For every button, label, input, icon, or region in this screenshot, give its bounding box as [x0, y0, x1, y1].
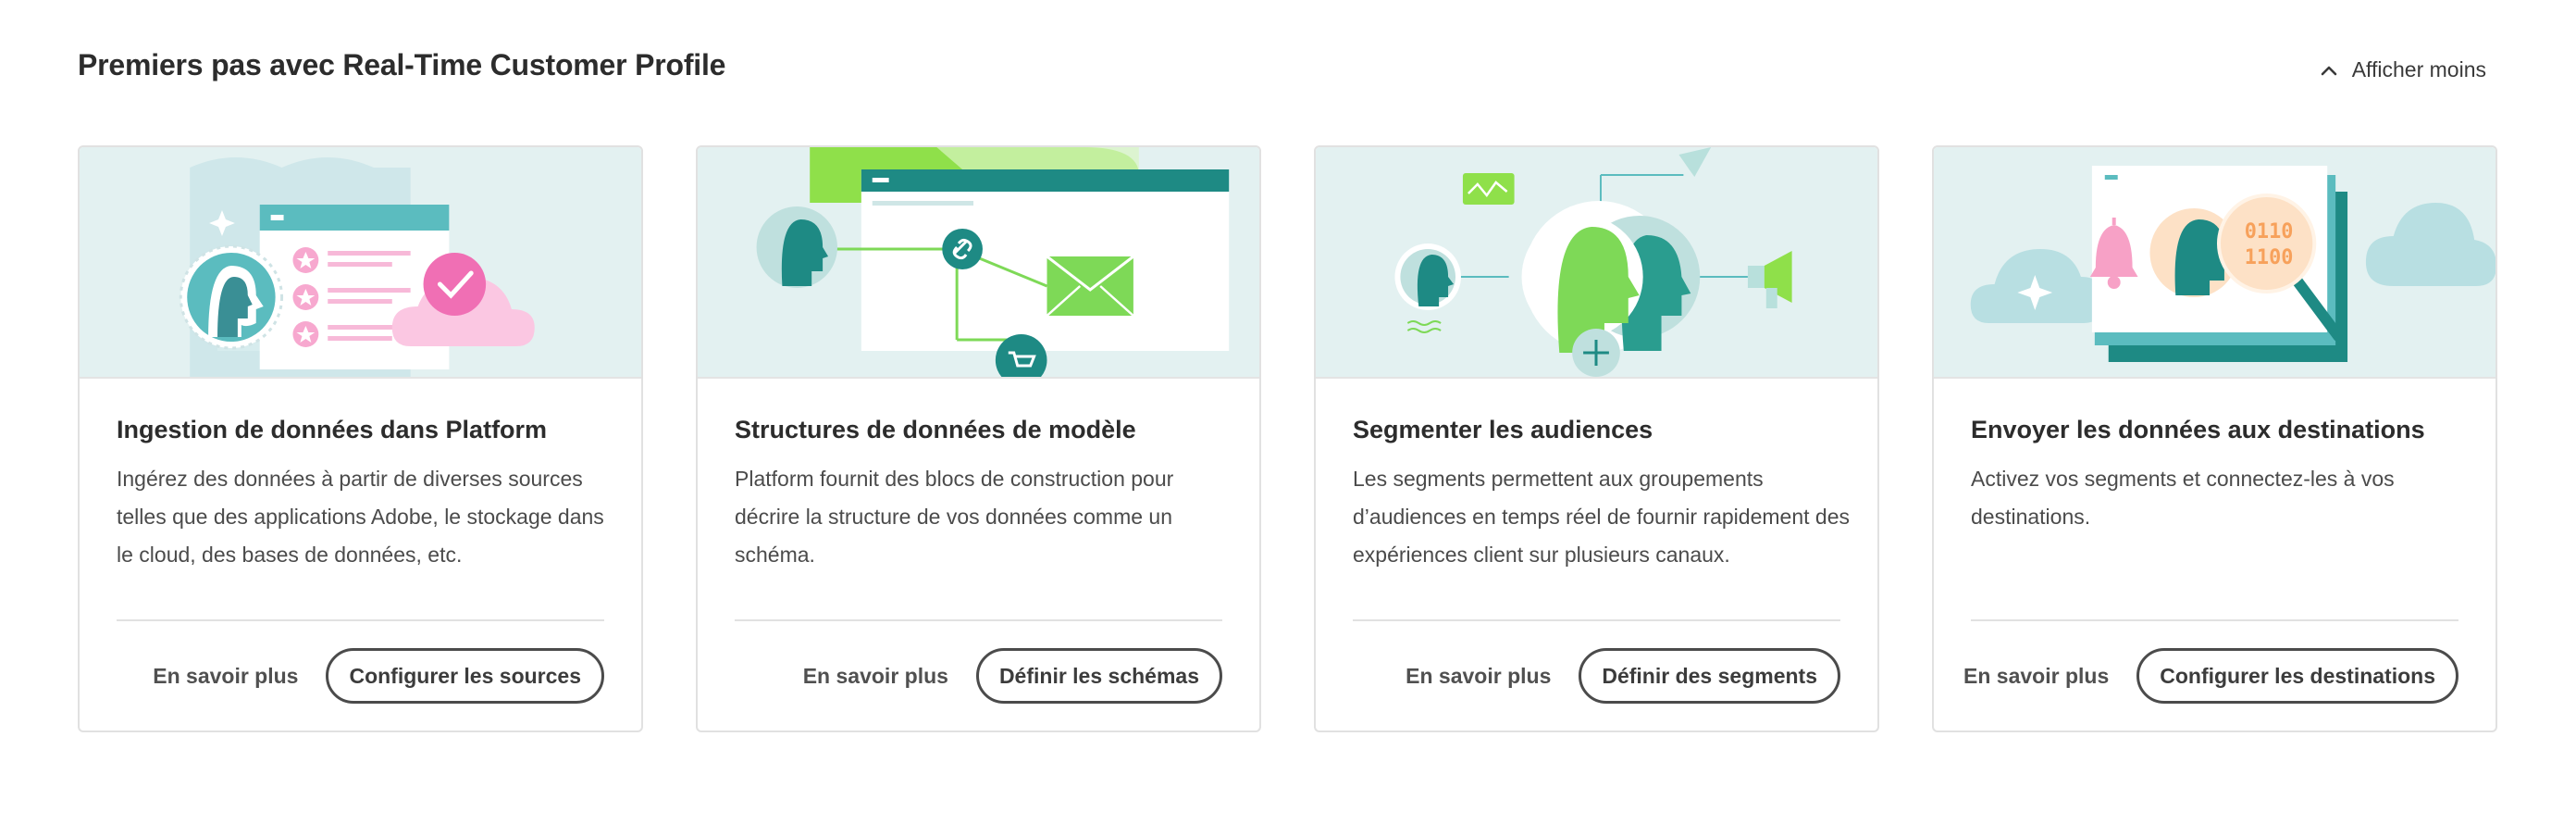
segment-audiences-illustration — [1316, 147, 1877, 379]
card-actions: En savoir plus Configurer les destinatio… — [1963, 648, 2458, 704]
card-divider — [735, 619, 1222, 621]
learn-more-button[interactable]: En savoir plus — [153, 664, 298, 689]
card-actions: En savoir plus Configurer les sources — [153, 648, 604, 704]
learn-more-button[interactable]: En savoir plus — [803, 664, 948, 689]
card-divider — [1971, 619, 2458, 621]
card-actions: En savoir plus Définir les schémas — [803, 648, 1222, 704]
getting-started-cards: Ingestion de données dans Platform Ingér… — [78, 145, 2497, 732]
card-data-ingestion: Ingestion de données dans Platform Ingér… — [78, 145, 643, 732]
data-ingestion-illustration — [80, 147, 641, 379]
page-title: Premiers pas avec Real-Time Customer Pro… — [78, 48, 726, 81]
configure-destinations-button[interactable]: Configurer les destinations — [2136, 648, 2458, 704]
show-less-label: Afficher moins — [2351, 57, 2486, 81]
learn-more-button[interactable]: En savoir plus — [1406, 664, 1551, 689]
binary-top-text: 0110 — [2245, 220, 2294, 243]
card-segment-audiences: Segmenter les audiences Les segments per… — [1314, 145, 1879, 732]
binary-bottom-text: 1100 — [2245, 246, 2294, 269]
configure-sources-button[interactable]: Configurer les sources — [326, 648, 604, 704]
chevron-up-icon — [2321, 66, 2336, 75]
card-divider — [117, 619, 604, 621]
card-data-schemas: Structures de données de modèle Platform… — [696, 145, 1261, 732]
card-title: Ingestion de données dans Platform — [117, 416, 548, 443]
card-description: Platform fournit des blocs de constructi… — [735, 467, 1174, 567]
card-description: Activez vos segments et connectez-les à … — [1971, 467, 2395, 529]
define-schemas-button[interactable]: Définir les schémas — [975, 648, 1222, 704]
card-actions: En savoir plus Définir des segments — [1406, 648, 1840, 704]
card-description: Ingérez des données à partir de diverses… — [117, 467, 604, 567]
show-less-toggle[interactable]: Afficher moins — [2319, 57, 2486, 82]
card-send-destinations: 0110 1100 Envoyer les données aux destin… — [1932, 145, 2497, 732]
card-divider — [1353, 619, 1840, 621]
card-description: Les segments permettent aux groupements … — [1353, 467, 1850, 567]
send-destinations-illustration: 0110 1100 — [1934, 147, 2496, 379]
card-title: Structures de données de modèle — [735, 416, 1136, 443]
learn-more-button[interactable]: En savoir plus — [1963, 664, 2109, 689]
data-schemas-illustration — [698, 147, 1259, 379]
card-title: Envoyer les données aux destinations — [1971, 416, 2425, 443]
define-segments-button[interactable]: Définir des segments — [1579, 648, 1840, 704]
card-title: Segmenter les audiences — [1353, 416, 1653, 443]
